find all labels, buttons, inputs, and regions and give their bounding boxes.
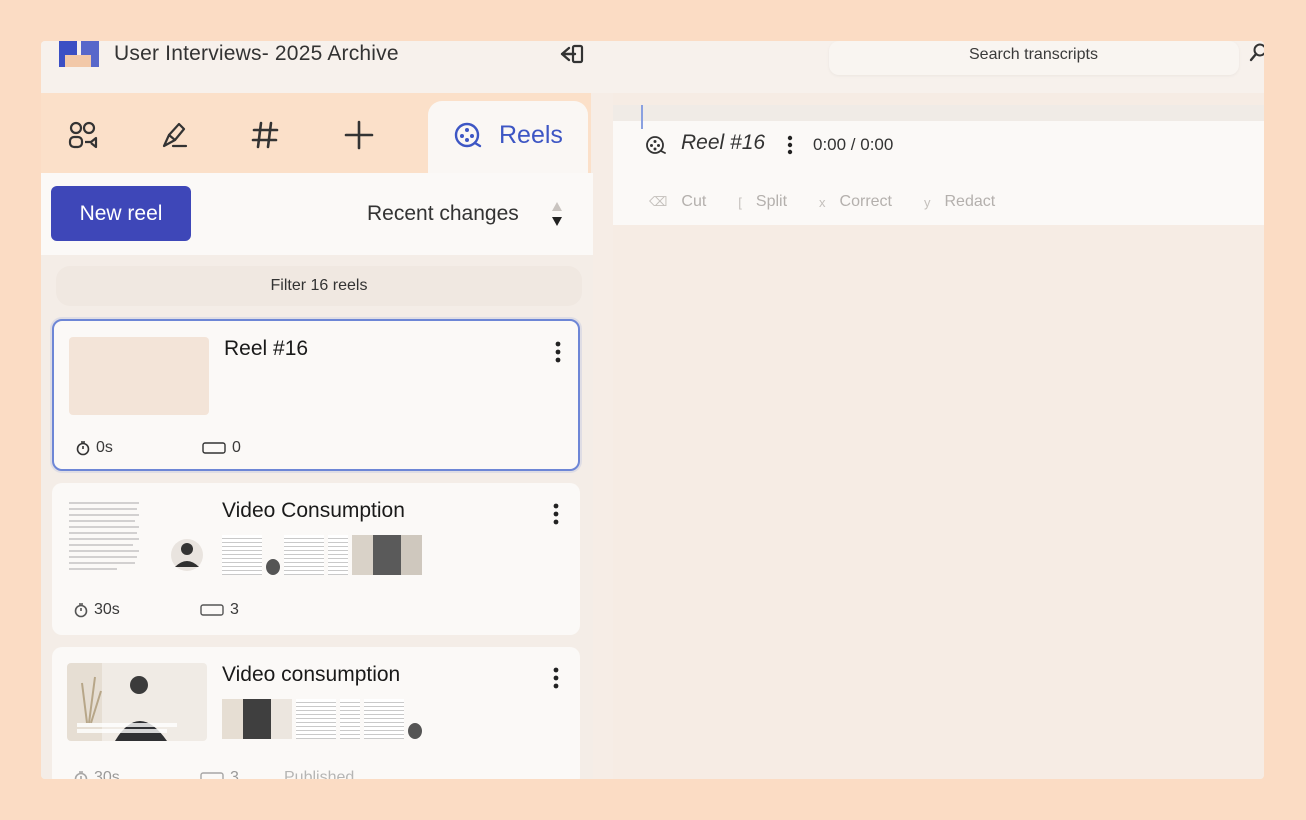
reel-clips-value: 3 xyxy=(230,601,239,618)
reel-name: Video Consumption xyxy=(222,499,405,522)
reel-thumbnail xyxy=(69,337,209,415)
reel-duration-value: 0s xyxy=(96,439,113,456)
reels-toolbar: New reel Recent changes xyxy=(41,173,593,255)
clip-icon xyxy=(202,442,226,454)
tab-reels[interactable]: Reels xyxy=(428,101,588,181)
reel-card[interactable]: Reel #16 0s 0 xyxy=(52,319,580,471)
reel-clips: 3 xyxy=(200,769,239,779)
reel-duration: 0s xyxy=(76,439,113,457)
backspace-key-icon: ⌫ xyxy=(649,194,668,209)
reel-status: Published xyxy=(284,769,355,779)
tab-people[interactable] xyxy=(65,117,101,153)
edit-tools: ⌫ Cut [ Split x Correct y Redact xyxy=(649,193,995,211)
more-vertical-icon[interactable] xyxy=(548,501,564,529)
clip-thumbnail xyxy=(340,699,360,739)
tool-redact-label: Redact xyxy=(944,193,996,210)
collapse-sidebar-button[interactable] xyxy=(557,41,587,67)
clip-thumbnail xyxy=(328,535,348,575)
reel-duration: 30s xyxy=(74,601,120,619)
frame: User Interviews- 2025 Archive Search tra… xyxy=(0,0,1306,820)
new-reel-button[interactable]: New reel xyxy=(51,186,191,241)
search-input[interactable]: Search transcripts xyxy=(829,41,1239,75)
plus-icon xyxy=(344,120,374,150)
hashtag-icon xyxy=(251,121,279,149)
tab-highlights[interactable] xyxy=(156,117,192,153)
sort-arrows-icon[interactable] xyxy=(549,199,565,229)
more-vertical-icon[interactable] xyxy=(548,665,564,693)
reel-icon xyxy=(454,122,482,148)
correct-key-icon: x xyxy=(819,194,826,210)
app-window: User Interviews- 2025 Archive Search tra… xyxy=(41,41,1264,779)
reel-thumbnail xyxy=(67,499,207,577)
project-title: User Interviews- 2025 Archive xyxy=(114,42,399,65)
people-icon xyxy=(68,121,98,149)
tool-cut[interactable]: ⌫ Cut xyxy=(649,193,706,211)
more-vertical-icon[interactable] xyxy=(550,339,566,367)
tab-tags[interactable] xyxy=(247,117,283,153)
redact-key-icon: y xyxy=(924,194,931,210)
app-logo xyxy=(59,41,99,69)
clip-thumbnail xyxy=(222,535,262,575)
clip-thumbnail xyxy=(352,535,422,575)
text-cursor xyxy=(641,105,643,129)
clip-strip xyxy=(222,535,422,575)
editor-header: Reel #16 0:00 / 0:00 ⌫ Cut [ Split x Cor… xyxy=(613,105,1264,225)
stopwatch-icon xyxy=(74,603,88,618)
stopwatch-icon xyxy=(74,771,88,779)
reel-clips-value: 0 xyxy=(232,439,241,456)
reel-name: Reel #16 xyxy=(224,337,309,360)
filter-input[interactable]: Filter 16 reels xyxy=(56,266,582,306)
stopwatch-icon xyxy=(76,441,90,456)
clip-icon xyxy=(200,604,224,616)
tab-reels-label: Reels xyxy=(499,121,563,149)
reel-thumbnail xyxy=(67,663,207,741)
clip-thumbnail xyxy=(364,699,404,739)
reel-name: Video consumption xyxy=(222,663,401,686)
reel-card[interactable]: Video Consumption 30s 3 xyxy=(52,483,580,635)
editor-top-strip xyxy=(613,105,1264,121)
search-icon[interactable] xyxy=(1249,43,1264,65)
tool-correct-label: Correct xyxy=(839,193,892,210)
reel-clips: 3 xyxy=(200,601,239,619)
clip-thumbnail xyxy=(284,535,324,575)
reel-duration: 30s xyxy=(74,769,120,779)
video-thumbnail xyxy=(77,676,177,741)
reel-duration-value: 30s xyxy=(94,601,120,618)
reel-list: Filter 16 reels Reel #16 0s 0 Video Cons… xyxy=(41,255,593,779)
tab-add[interactable] xyxy=(341,117,377,153)
clip-icon xyxy=(200,772,224,779)
more-vertical-icon[interactable] xyxy=(783,133,797,159)
tool-cut-label: Cut xyxy=(681,193,707,210)
top-bar: User Interviews- 2025 Archive Search tra… xyxy=(41,41,1264,93)
tool-split[interactable]: [ Split xyxy=(738,193,787,211)
tool-correct[interactable]: x Correct xyxy=(819,193,892,211)
split-key-icon: [ xyxy=(738,194,742,210)
clip-thumbnail xyxy=(266,559,280,575)
reel-duration-value: 30s xyxy=(94,769,120,779)
clip-thumbnail xyxy=(408,723,422,739)
playback-time: 0:00 / 0:00 xyxy=(813,135,894,154)
tool-split-label: Split xyxy=(755,193,788,210)
editor-reel-title[interactable]: Reel #16 xyxy=(681,131,765,155)
reel-card[interactable]: Video consumption 30s 3 Published xyxy=(52,647,580,779)
sidebar-collapse-icon xyxy=(560,44,584,64)
clip-strip xyxy=(222,699,422,739)
tool-redact[interactable]: y Redact xyxy=(924,193,995,211)
reel-icon xyxy=(646,136,666,154)
reel-clips: 0 xyxy=(202,439,241,457)
sort-select[interactable]: Recent changes xyxy=(367,202,519,226)
reel-editor: Reel #16 0:00 / 0:00 ⌫ Cut [ Split x Cor… xyxy=(613,93,1264,779)
search-placeholder: Search transcripts xyxy=(969,46,1098,63)
clip-thumbnail xyxy=(296,699,336,739)
highlighter-icon xyxy=(162,122,188,148)
clip-thumbnail xyxy=(222,699,292,739)
reel-clips-value: 3 xyxy=(230,769,239,779)
transcript-thumbnail xyxy=(69,502,203,571)
